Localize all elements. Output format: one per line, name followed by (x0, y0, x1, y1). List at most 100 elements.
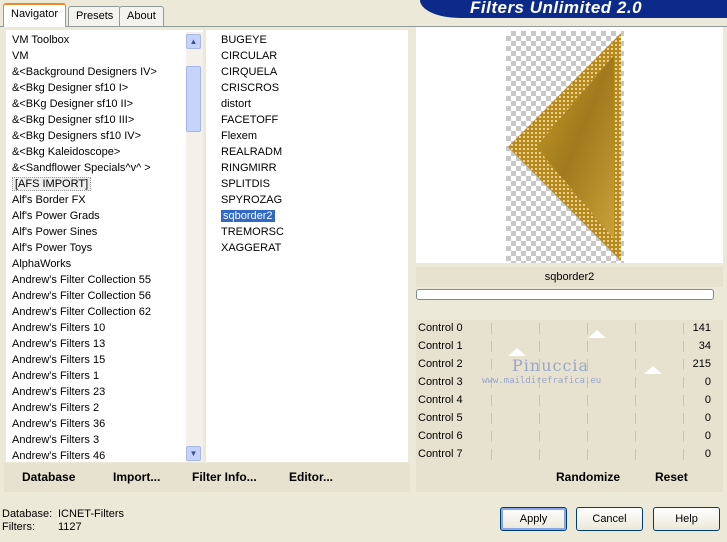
filter-item[interactable]: TREMORSC (220, 224, 284, 240)
import-button[interactable]: Import... (113, 470, 160, 484)
category-item[interactable]: &<Bkg Kaleidoscope> (12, 144, 120, 160)
slider-tick (587, 449, 588, 460)
control-row: Control 1 34 (416, 338, 723, 356)
filter-item[interactable]: RINGMIRR (220, 160, 277, 176)
category-item[interactable]: Andrew's Filters 46 (12, 448, 105, 464)
filter-item[interactable]: sqborder2 (220, 208, 275, 224)
control-row: Control 6 0 (416, 428, 723, 446)
controls-panel: Control 0 141 Control 1 34 Control 2 215 Contr… (416, 320, 723, 463)
slider-thumb[interactable] (644, 366, 662, 374)
slider-tick (491, 431, 492, 442)
category-item[interactable]: Andrew's Filters 1 (12, 368, 99, 384)
control-label: Control 2 (418, 358, 463, 370)
control-label: Control 4 (418, 394, 463, 406)
filter-item[interactable]: BUGEYE (220, 32, 267, 48)
reset-button[interactable]: Reset (655, 470, 688, 484)
control-label: Control 0 (418, 322, 463, 334)
help-button[interactable]: Help (653, 507, 720, 531)
scroll-up-arrow-icon[interactable]: ▲ (186, 34, 201, 49)
slider-tick (635, 323, 636, 334)
category-item[interactable]: [AFS IMPORT] (12, 176, 92, 192)
control-value: 215 (692, 358, 711, 370)
filter-item[interactable]: FACETOFF (220, 112, 278, 128)
category-item[interactable]: Andrew's Filters 3 (12, 432, 99, 448)
database-button[interactable]: Database (22, 470, 75, 484)
category-item[interactable]: Alf's Power Toys (12, 240, 92, 256)
filters-count: 1127 (58, 521, 82, 533)
slider-tick (491, 323, 492, 334)
category-label: Andrew's Filters 3 (12, 434, 100, 446)
control-label: Control 5 (418, 412, 463, 424)
slider-thumb[interactable] (588, 330, 606, 338)
category-label: &<Bkg Designer sf10 I> (12, 82, 129, 94)
category-item[interactable]: &<Sandflower Specials^v^ > (12, 160, 151, 176)
filter-item[interactable]: Flexem (220, 128, 257, 144)
category-label: VM (12, 50, 29, 62)
category-label: Andrew's Filters 13 (12, 338, 106, 350)
slider-tick (491, 449, 492, 460)
category-item[interactable]: Alf's Border FX (12, 192, 86, 208)
control-value: 141 (692, 322, 711, 334)
category-item[interactable]: Andrew's Filters 10 (12, 320, 105, 336)
category-label: Alf's Border FX (12, 194, 86, 206)
cancel-button[interactable]: Cancel (576, 507, 643, 531)
category-item[interactable]: Andrew's Filter Collection 55 (12, 272, 151, 288)
slider-tick (635, 449, 636, 460)
editor-button[interactable]: Editor... (289, 470, 333, 484)
slider-tick (683, 431, 684, 442)
category-item[interactable]: Andrew's Filters 2 (12, 400, 99, 416)
filter-list[interactable]: BUGEYE CIRCULAR CIRQUELA CRISCROS distort FAC… (206, 30, 408, 462)
category-label: Andrew's Filters 1 (12, 370, 100, 382)
category-label: &<Bkg Designer sf10 III> (12, 114, 135, 126)
filter-item[interactable]: SPYROZAG (220, 192, 282, 208)
category-item[interactable]: VM (12, 48, 29, 64)
filter-info-button[interactable]: Filter Info... (192, 470, 257, 484)
filter-item[interactable]: CRISCROS (220, 80, 279, 96)
category-scrollbar[interactable]: ▲ ▼ (186, 32, 203, 462)
category-item[interactable]: AlphaWorks (12, 256, 71, 272)
randomize-button[interactable]: Randomize (556, 470, 620, 484)
tab-presets[interactable]: Presets (68, 6, 122, 26)
slider-tick (683, 323, 684, 334)
category-item[interactable]: &<BKg Designer sf10 II> (12, 96, 133, 112)
filter-item[interactable]: XAGGERAT (220, 240, 281, 256)
filter-item[interactable]: REALRADM (220, 144, 282, 160)
filter-item[interactable]: distort (220, 96, 251, 112)
category-item[interactable]: Andrew's Filters 13 (12, 336, 105, 352)
category-item[interactable]: Andrew's Filters 23 (12, 384, 105, 400)
tab-navigator[interactable]: Navigator (3, 3, 67, 27)
slider-tick (683, 341, 684, 352)
scroll-thumb[interactable] (186, 66, 201, 132)
progress-bar (416, 289, 714, 300)
slider-thumb[interactable] (508, 348, 526, 356)
category-item[interactable]: &<Background Designers IV> (12, 64, 157, 80)
slider-tick (635, 395, 636, 406)
slider-tick (635, 377, 636, 388)
category-item[interactable]: Andrew's Filter Collection 62 (12, 304, 151, 320)
category-item[interactable]: Andrew's Filters 36 (12, 416, 105, 432)
filter-item[interactable]: CIRCULAR (220, 48, 277, 64)
filter-item[interactable]: SPLITDIS (220, 176, 270, 192)
filter-item[interactable]: CIRQUELA (220, 64, 277, 80)
category-list[interactable]: VM Toolbox VM &<Background Designers IV> &<… (6, 30, 203, 462)
apply-button[interactable]: Apply (500, 507, 567, 531)
preview-image (508, 33, 621, 261)
category-label: &<Background Designers IV> (12, 66, 157, 78)
slider-tick (683, 449, 684, 460)
category-item[interactable]: &<Bkg Designer sf10 III> (12, 112, 134, 128)
category-item[interactable]: Alf's Power Grads (12, 208, 100, 224)
category-item[interactable]: &<Bkg Designers sf10 IV> (12, 128, 141, 144)
category-label: Andrew's Filter Collection 62 (12, 306, 152, 318)
category-item[interactable]: Alf's Power Sines (12, 224, 97, 240)
slider-tick (539, 323, 540, 334)
category-item[interactable]: Andrew's Filter Collection 56 (12, 288, 151, 304)
category-item[interactable]: &<Bkg Designer sf10 I> (12, 80, 128, 96)
filter-label: CRISCROS (221, 82, 280, 94)
scroll-down-arrow-icon[interactable]: ▼ (186, 446, 201, 461)
control-value: 0 (704, 430, 711, 442)
category-item[interactable]: VM Toolbox (12, 32, 69, 48)
database-value: ICNET-Filters (58, 508, 124, 520)
category-item[interactable]: Andrew's Filters 15 (12, 352, 105, 368)
tab-about[interactable]: About (119, 6, 164, 26)
slider-tick (491, 413, 492, 424)
